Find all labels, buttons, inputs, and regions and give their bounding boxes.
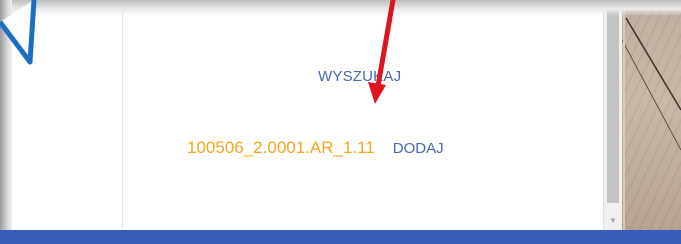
scroll-down-arrow-icon[interactable]: ▼ [604, 215, 622, 227]
callout-tail-icon [0, 0, 37, 65]
top-shadow [0, 0, 681, 16]
vertical-scrollbar[interactable]: ▼ [603, 10, 622, 230]
add-link[interactable]: DODAJ [393, 140, 444, 157]
background-image-lines [622, 10, 681, 230]
result-code[interactable]: 100506_2.0001.AR_1.11 [187, 138, 375, 158]
search-panel: WYSZUKAJ 100506_2.0001.AR_1.11 DODAJ [123, 10, 603, 230]
background-image [622, 10, 681, 230]
result-row: 100506_2.0001.AR_1.11 DODAJ [187, 138, 444, 158]
search-link[interactable]: WYSZUKAJ [318, 68, 401, 85]
scrollbar-thumb[interactable] [607, 10, 619, 203]
bottom-bar [0, 230, 681, 244]
